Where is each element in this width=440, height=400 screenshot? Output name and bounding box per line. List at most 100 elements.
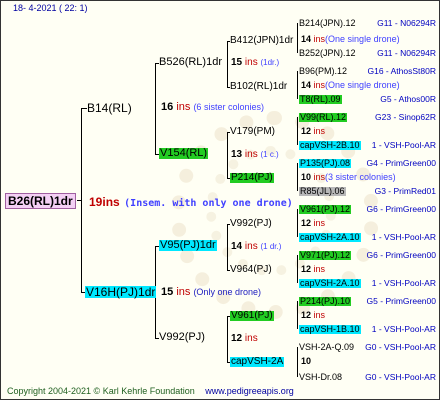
gen4-queen[interactable]: capVSH-1B.10	[299, 325, 361, 334]
gen3-insemination: 10	[301, 357, 311, 366]
root-queen[interactable]: B26(RL)1dr	[5, 193, 76, 209]
footer: Copyright 2004-2021 © Karl Kehrle Founda…	[7, 387, 294, 396]
gen4-code: G11 - N06294R	[377, 48, 436, 58]
gen3-insemination: 12 ins	[301, 127, 325, 136]
gen3-queen[interactable]: P214(PJ)	[230, 173, 274, 183]
site-link[interactable]: www.pedigreeapis.org	[205, 386, 294, 396]
ins-note: (3 sister colonies)	[325, 172, 396, 182]
ins-note: (One single drone)	[325, 80, 400, 90]
gen3-queen[interactable]: V964(PJ)	[230, 265, 272, 275]
ins-count: 14	[231, 241, 243, 252]
gen2-queen[interactable]: V154(RL)	[159, 148, 209, 159]
root-insemination: 19ins (Insem. with only one drone)	[89, 194, 293, 210]
ins-count: 13	[231, 149, 243, 160]
date-header: 18- 4-2021 ( 22: 1)	[13, 3, 88, 13]
ins-label: ins	[244, 241, 258, 252]
connector	[77, 200, 82, 201]
gen4-queen[interactable]: capVSH-2B.10	[299, 141, 361, 150]
ins-label: ins	[102, 195, 120, 209]
gen4-queen[interactable]: VSH-Dr.08	[299, 373, 342, 382]
connector	[227, 224, 228, 270]
ins-label: ins	[313, 172, 326, 182]
ins-label: ins	[244, 333, 258, 344]
ins-count: 10	[301, 356, 312, 366]
ins-label: ins	[313, 218, 326, 228]
gen3-queen[interactable]: B102(RL)1dr	[230, 82, 287, 92]
ins-label: ins	[313, 80, 326, 90]
connector	[227, 41, 228, 87]
ins-count: 14	[301, 80, 312, 90]
ins-label: ins	[313, 34, 326, 44]
gen3-insemination: 10 ins(3 sister colonies)	[301, 173, 396, 182]
gen2-insemination: 15 ins (1dr.)	[231, 58, 279, 68]
gen4-queen[interactable]: P135(PJ).08	[299, 159, 352, 168]
ins-label: ins	[244, 149, 258, 160]
ins-count: 14	[301, 34, 312, 44]
gen2-insemination: 14 ins (1 dr.)	[231, 242, 281, 252]
gen3-insemination: 12 ins	[301, 219, 325, 228]
gen4-queen[interactable]: T8(RL).09	[299, 95, 342, 104]
father-insemination: 16 ins (6 sister colonies)	[161, 102, 264, 113]
gen4-queen[interactable]: B96(PM).12	[299, 67, 347, 76]
gen4-code: G6 - PrimGreen00	[366, 250, 436, 260]
copyright-text: Copyright 2004-2021 © Karl Kehrle Founda…	[7, 386, 195, 396]
connector	[297, 23, 298, 53]
gen4-code: G5 - PrimGreen00	[366, 296, 436, 306]
gen2-insemination: 12 ins	[231, 334, 258, 344]
gen4-code: 1 - VSH-Pool-AR	[371, 140, 436, 150]
gen2-insemination: 13 ins (1 c.)	[231, 150, 279, 160]
gen4-queen[interactable]: B252(JPN).12	[299, 49, 356, 58]
gen2-queen[interactable]: V992(PJ)	[159, 332, 205, 343]
ins-label: ins	[313, 264, 326, 274]
gen4-queen[interactable]: V971(PJ).12	[299, 251, 352, 260]
ins-count: 12	[301, 218, 312, 228]
ins-label: ins	[176, 286, 191, 298]
mother-insemination: 15 ins (Only one drone)	[161, 287, 261, 298]
ins-count: 12	[301, 310, 312, 320]
ins-note: (1 dr.)	[260, 242, 282, 251]
gen3-queen[interactable]: V179(PM)	[230, 127, 275, 137]
ins-note: (6 sister colonies)	[193, 102, 264, 112]
ins-count: 15	[161, 286, 174, 298]
gen3-queen[interactable]: V961(PJ)	[230, 311, 274, 321]
gen2-queen[interactable]: B526(RL)1dr	[159, 57, 222, 68]
gen4-code: 1 - VSH-Pool-AR	[371, 278, 436, 288]
ins-note: (Only one drone)	[193, 287, 261, 297]
gen3-insemination: 12 ins	[301, 265, 325, 274]
connector	[297, 71, 298, 99]
gen4-queen[interactable]: B214(JPN).12	[299, 19, 356, 28]
gen4-queen[interactable]: VSH-2A-Q.09	[299, 343, 354, 352]
gen3-insemination: 14 ins(One single drone)	[301, 81, 400, 90]
gen3-queen[interactable]: V992(PJ)	[230, 219, 272, 229]
gen4-code: G3 - PrimRed01	[374, 186, 436, 196]
connector	[227, 132, 228, 178]
gen4-queen[interactable]: V961(PJ).12	[299, 205, 352, 214]
connector	[297, 163, 298, 191]
ins-count: 15	[231, 57, 243, 68]
ins-count: 12	[231, 333, 243, 344]
gen4-queen[interactable]: capVSH-2A.10	[299, 279, 361, 288]
mother-queen[interactable]: V16H(PJ)1dr	[85, 286, 157, 298]
gen4-code: G16 - AthosSt80R	[367, 66, 436, 76]
gen2-queen[interactable]: V95(PJ)1dr	[159, 240, 217, 251]
connector	[297, 347, 298, 377]
ins-note: (1 c.)	[260, 150, 279, 159]
gen4-code: G0 - VSH-Pool-AR	[365, 342, 436, 352]
ins-count: 12	[301, 264, 312, 274]
gen4-queen[interactable]: R85(JL).06	[299, 187, 346, 196]
connector	[155, 63, 156, 154]
gen3-queen[interactable]: capVSH-2A	[230, 357, 285, 367]
gen4-code: G11 - N06294R	[377, 18, 436, 28]
ins-label: ins	[313, 126, 326, 136]
ins-note: (Insem. with only one drone)	[124, 198, 293, 209]
ins-note: (1dr.)	[260, 58, 280, 67]
gen4-queen[interactable]: P214(PJ).10	[299, 297, 352, 306]
ins-label: ins	[176, 101, 191, 113]
connector	[297, 209, 298, 237]
gen4-queen[interactable]: capVSH-2A.10	[299, 233, 361, 242]
gen3-queen[interactable]: B412(JPN)1dr	[230, 36, 293, 46]
father-queen[interactable]: B14(RL)	[87, 102, 132, 114]
connector	[227, 316, 228, 362]
ins-count: 19	[89, 195, 103, 209]
gen4-queen[interactable]: V99(RL).12	[299, 113, 348, 122]
